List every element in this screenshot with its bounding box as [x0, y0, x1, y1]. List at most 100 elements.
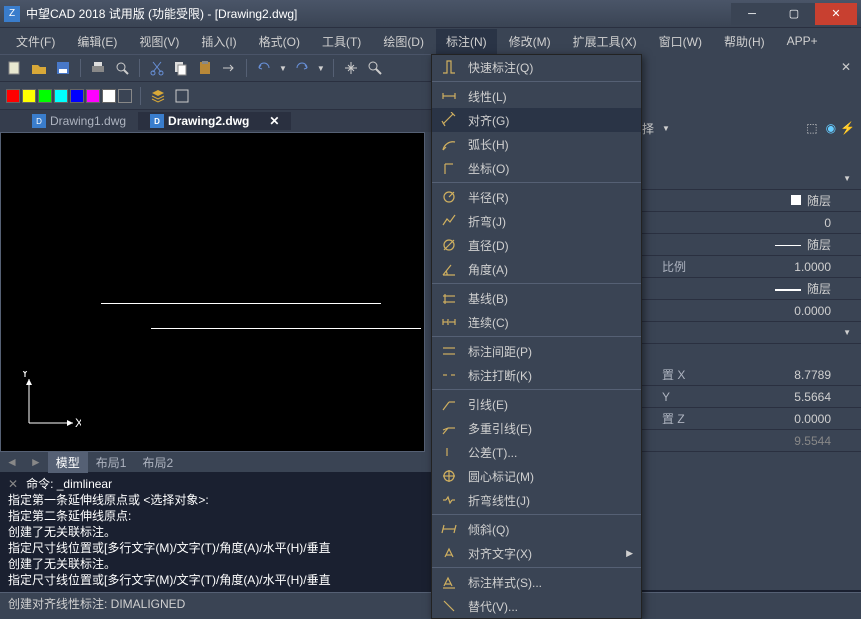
- menu-item-cont[interactable]: 连续(C): [432, 310, 641, 334]
- color-red[interactable]: [6, 89, 20, 103]
- doc-tab[interactable]: DDrawing2.dwg✕: [138, 112, 291, 130]
- menu-item-break[interactable]: 标注打断(K): [432, 363, 641, 387]
- preview-icon[interactable]: [113, 59, 131, 77]
- prop-ltscale[interactable]: 比例1.0000: [642, 256, 861, 278]
- menu-item-jogl[interactable]: 折弯线性(J): [432, 488, 641, 512]
- arc-icon: [440, 135, 458, 153]
- selection-header: 择: [642, 120, 654, 137]
- new-icon[interactable]: [6, 59, 24, 77]
- menu-item-aligned[interactable]: 对齐(G): [432, 108, 641, 132]
- layout-tab[interactable]: 布局1: [88, 452, 135, 473]
- aligned-icon: [440, 111, 458, 129]
- menu-4[interactable]: 格式(O): [249, 29, 310, 54]
- color-green[interactable]: [38, 89, 52, 103]
- layer-manager-icon[interactable]: [149, 87, 167, 105]
- ucs-icon: Y X: [21, 371, 81, 431]
- menu-item-tol[interactable]: 公差(T)...: [432, 440, 641, 464]
- prop-z[interactable]: 置 Z0.0000: [642, 408, 861, 430]
- cmd-close-icon[interactable]: ✕: [8, 476, 18, 492]
- menu-item-jog[interactable]: 折弯(J): [432, 209, 641, 233]
- prop-lineweight[interactable]: 随层: [642, 278, 861, 300]
- zoom-icon[interactable]: [366, 59, 384, 77]
- menu-item-atxt[interactable]: 对齐文字(X)▶: [432, 541, 641, 565]
- copy-icon[interactable]: [172, 59, 190, 77]
- tab-scroll-left[interactable]: ◄: [0, 455, 24, 469]
- quick-icon: [440, 58, 458, 76]
- color-none[interactable]: [118, 89, 132, 103]
- menu-item-obl[interactable]: 倾斜(Q): [432, 517, 641, 541]
- menu-item-style[interactable]: 标注样式(S)...: [432, 570, 641, 594]
- flash-icon[interactable]: ⚡: [840, 121, 855, 135]
- redo-dropdown[interactable]: ▼: [317, 64, 325, 73]
- match-icon[interactable]: [220, 59, 238, 77]
- close-button[interactable]: ✕: [815, 3, 857, 25]
- quick-select-icon[interactable]: ⬚: [806, 121, 817, 135]
- menu-6[interactable]: 绘图(D): [373, 29, 434, 54]
- jogl-icon: [440, 491, 458, 509]
- color-cyan[interactable]: [54, 89, 68, 103]
- menu-item-lead[interactable]: 引线(E): [432, 392, 641, 416]
- menu-7[interactable]: 标注(N): [436, 29, 497, 54]
- pan-icon[interactable]: [342, 59, 360, 77]
- color-yellow[interactable]: [22, 89, 36, 103]
- prop-thickness[interactable]: 0.0000: [642, 300, 861, 322]
- break-icon: [440, 366, 458, 384]
- menu-item-dia[interactable]: 直径(D): [432, 233, 641, 257]
- ord-icon: [440, 159, 458, 177]
- dimension-menu: 快速标注(Q) 线性(L)对齐(G)弧长(H)坐标(O) 半径(R)折弯(J)直径(…: [431, 54, 642, 619]
- save-icon[interactable]: [54, 59, 72, 77]
- menu-item-ang[interactable]: 角度(A): [432, 257, 641, 281]
- layer-states-icon[interactable]: [173, 87, 191, 105]
- menu-item-linear[interactable]: 线性(L): [432, 84, 641, 108]
- color-magenta[interactable]: [86, 89, 100, 103]
- submenu-arrow-icon: ▶: [626, 548, 633, 559]
- menu-2[interactable]: 视图(V): [129, 29, 189, 54]
- paste-icon[interactable]: [196, 59, 214, 77]
- menu-item-space[interactable]: 标注间距(P): [432, 339, 641, 363]
- maximize-button[interactable]: ▢: [773, 3, 815, 25]
- undo-dropdown[interactable]: ▼: [279, 64, 287, 73]
- menu-11[interactable]: 帮助(H): [714, 29, 775, 54]
- tab-close-icon[interactable]: ✕: [269, 114, 279, 128]
- pick-icon[interactable]: ◉: [826, 121, 836, 135]
- color-white[interactable]: [102, 89, 116, 103]
- prop-expand2[interactable]: ▼: [642, 322, 861, 344]
- panel-close-icon[interactable]: ✕: [841, 60, 851, 74]
- menu-item-ord[interactable]: 坐标(O): [432, 156, 641, 180]
- menu-item-over[interactable]: 替代(V)...: [432, 594, 641, 618]
- drawing-canvas[interactable]: Y X: [0, 132, 425, 452]
- cut-icon[interactable]: [148, 59, 166, 77]
- prop-layer[interactable]: 0: [642, 212, 861, 234]
- menu-item-mlead[interactable]: 多重引线(E): [432, 416, 641, 440]
- prop-color[interactable]: 随层: [642, 190, 861, 212]
- prop-x[interactable]: 置 X8.7789: [642, 364, 861, 386]
- layout-tab[interactable]: 模型: [48, 452, 88, 473]
- menu-8[interactable]: 修改(M): [499, 29, 561, 54]
- menu-12[interactable]: APP+: [777, 30, 828, 52]
- menu-1[interactable]: 编辑(E): [67, 29, 127, 54]
- prop-expand[interactable]: ▼: [642, 168, 861, 190]
- doc-tab[interactable]: DDrawing1.dwg: [20, 112, 138, 130]
- menu-10[interactable]: 窗口(W): [649, 29, 712, 54]
- prop-linetype[interactable]: 随层: [642, 234, 861, 256]
- menu-item-base[interactable]: 基线(B): [432, 286, 641, 310]
- layout-tab[interactable]: 布局2: [134, 452, 181, 473]
- linear-icon: [440, 87, 458, 105]
- menu-0[interactable]: 文件(F): [6, 29, 65, 54]
- menu-3[interactable]: 插入(I): [191, 29, 246, 54]
- prop-y[interactable]: Y5.5664: [642, 386, 861, 408]
- print-icon[interactable]: [89, 59, 107, 77]
- menu-item-center[interactable]: 圆心标记(M): [432, 464, 641, 488]
- menu-5[interactable]: 工具(T): [312, 29, 371, 54]
- menu-9[interactable]: 扩展工具(X): [563, 29, 647, 54]
- color-blue[interactable]: [70, 89, 84, 103]
- minimize-button[interactable]: ─: [731, 3, 773, 25]
- menu-item-rad[interactable]: 半径(R): [432, 185, 641, 209]
- undo-icon[interactable]: [255, 59, 273, 77]
- tab-scroll-right[interactable]: ►: [24, 455, 48, 469]
- menu-item-quick[interactable]: 快速标注(Q): [432, 55, 641, 79]
- menu-item-arc[interactable]: 弧长(H): [432, 132, 641, 156]
- tol-icon: [440, 443, 458, 461]
- redo-icon[interactable]: [293, 59, 311, 77]
- open-icon[interactable]: [30, 59, 48, 77]
